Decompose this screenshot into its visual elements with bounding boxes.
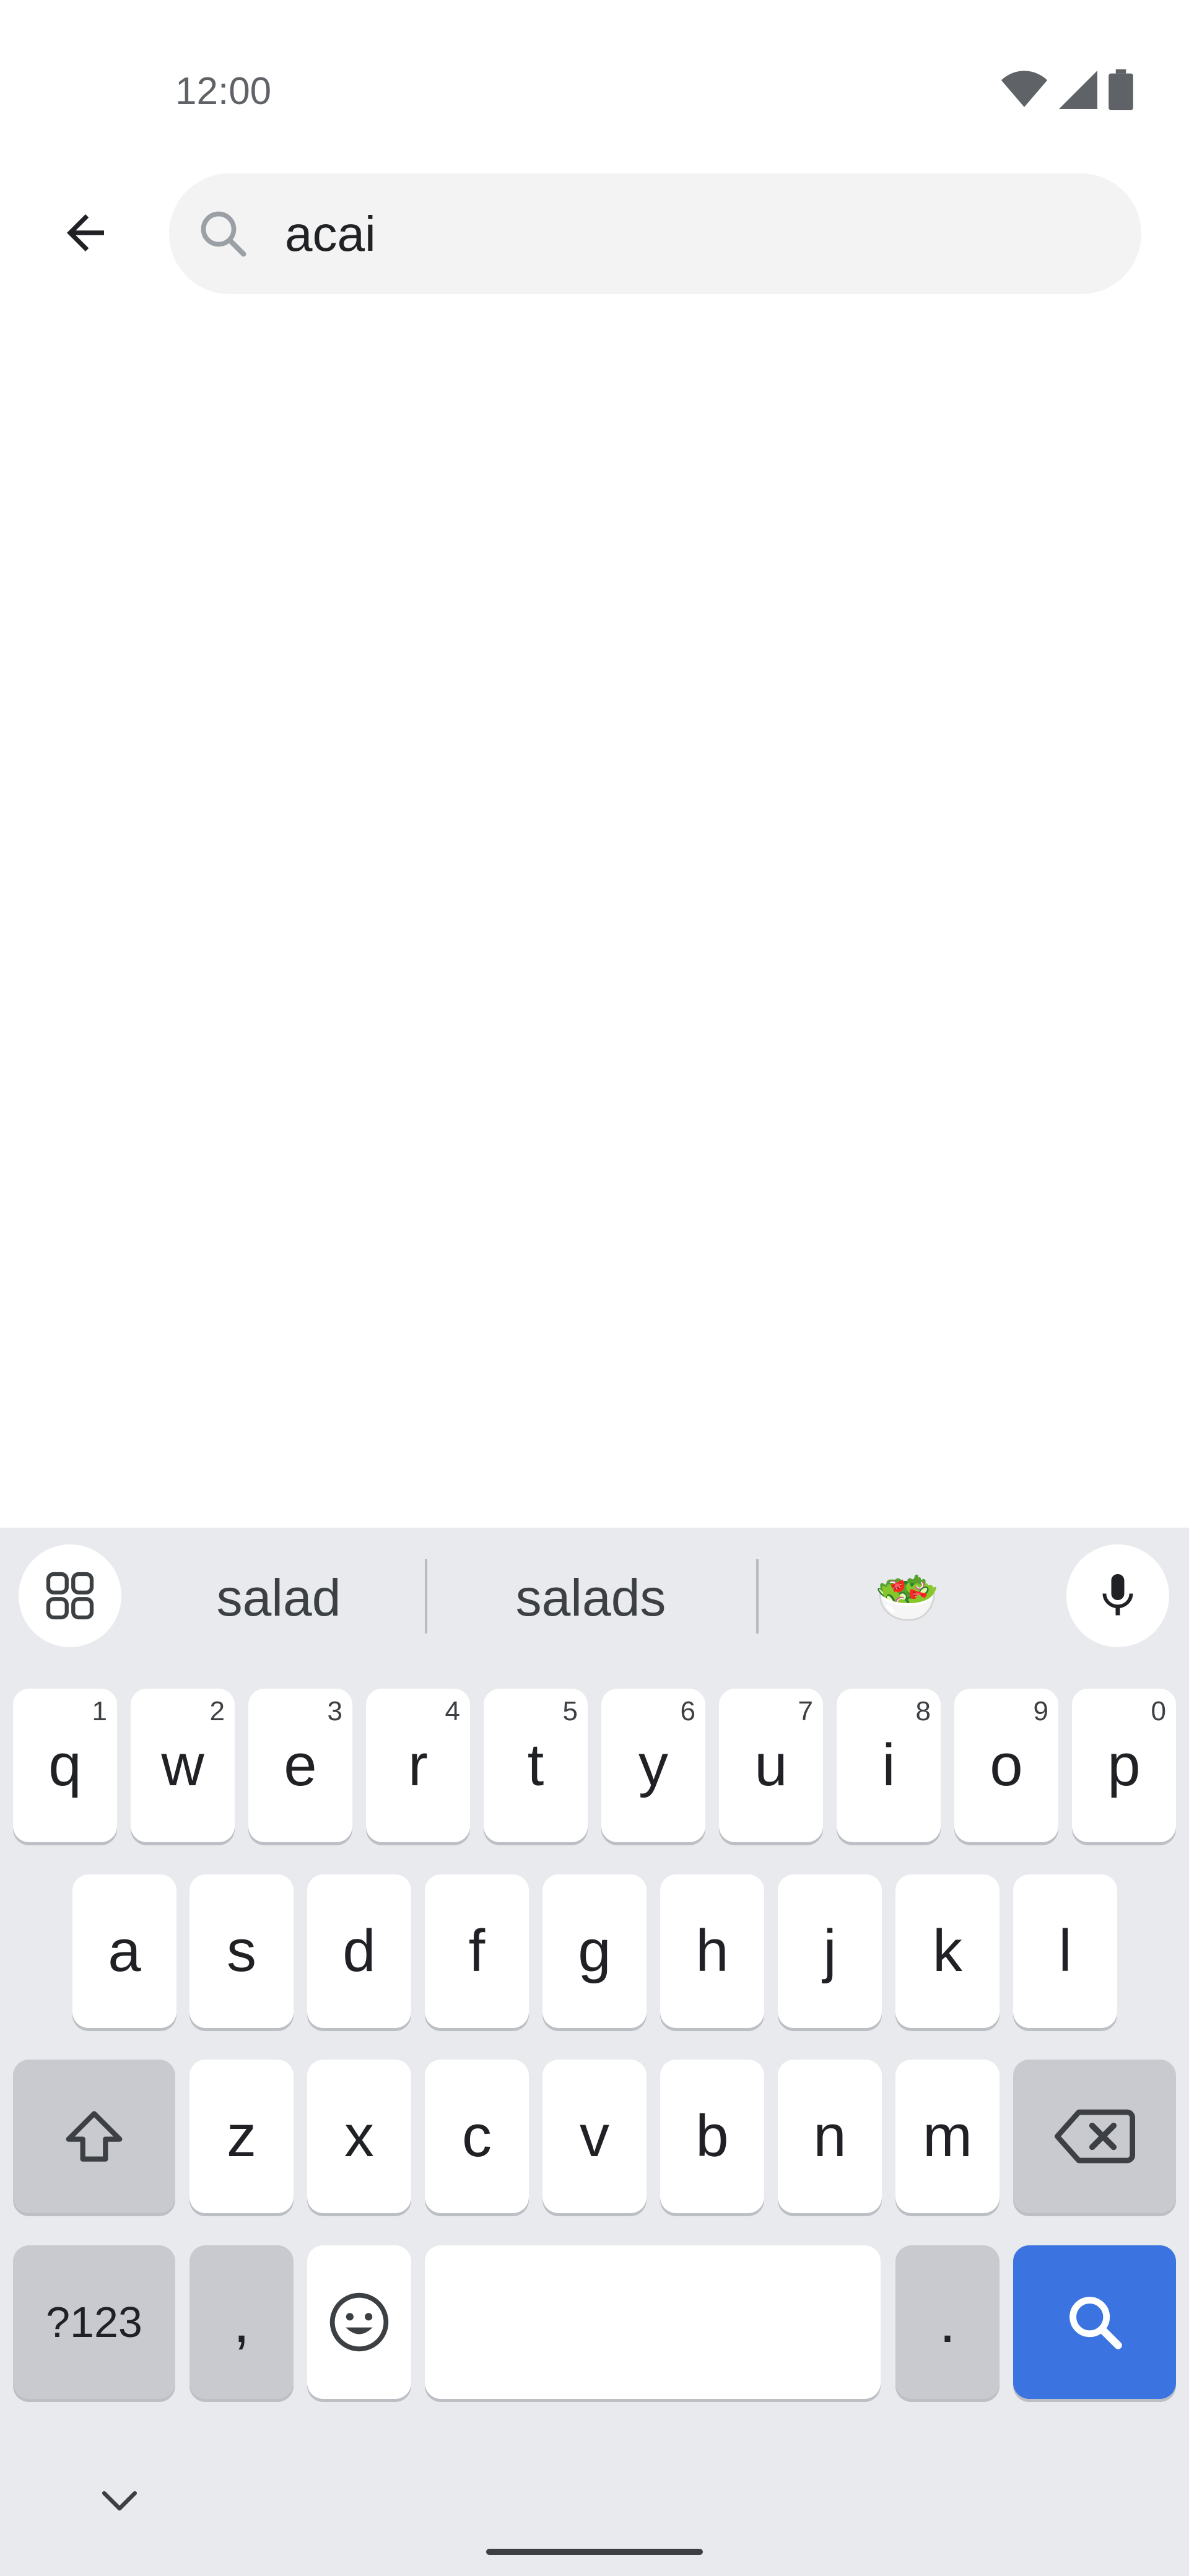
shift-arrow-icon <box>66 2111 123 2162</box>
smiley-icon <box>329 2292 389 2352</box>
key-r[interactable]: r4 <box>366 1689 470 1842</box>
key-p[interactable]: p0 <box>1072 1689 1176 1842</box>
suggestion-divider <box>756 1559 759 1634</box>
keyboard <box>0 1528 1189 2576</box>
key-label: e <box>284 1732 317 1798</box>
key-i[interactable]: i8 <box>837 1689 941 1842</box>
hide-keyboard-chevron-icon[interactable] <box>99 2488 140 2515</box>
key-label: q <box>48 1732 82 1798</box>
suggestion-2[interactable]: salads <box>467 1567 715 1629</box>
wifi-icon <box>1001 71 1048 107</box>
back-button[interactable] <box>54 202 116 264</box>
backspace-icon <box>1054 2109 1135 2164</box>
key-k[interactable]: k <box>895 1874 1000 2028</box>
key-w[interactable]: w2 <box>131 1689 235 1842</box>
period-key[interactable]: . <box>895 2245 1000 2399</box>
key-c[interactable]: c <box>425 2060 529 2213</box>
arrow-back-icon <box>67 214 104 251</box>
key-label: i <box>882 1732 895 1798</box>
key-hint: 5 <box>562 1696 578 1726</box>
key-hint: 6 <box>680 1696 695 1726</box>
key-label: u <box>754 1732 788 1798</box>
key-hint: 3 <box>327 1696 342 1726</box>
key-n[interactable]: n <box>778 2060 882 2213</box>
key-label: r <box>408 1732 428 1798</box>
cellular-signal-icon <box>1059 71 1097 109</box>
gesture-navigation-handle <box>486 2549 703 2555</box>
symbols-key[interactable]: ?123 <box>13 2245 175 2399</box>
key-hint: 4 <box>445 1696 460 1726</box>
key-x[interactable]: x <box>307 2060 411 2213</box>
key-hint: 1 <box>92 1696 107 1726</box>
key-l[interactable]: l <box>1013 1874 1117 2028</box>
suggestion-divider <box>425 1559 427 1634</box>
key-a[interactable]: a <box>72 1874 176 2028</box>
key-label: t <box>527 1732 544 1798</box>
status-icons <box>1001 68 1133 111</box>
key-hint: 8 <box>915 1696 931 1726</box>
key-d[interactable]: d <box>307 1874 411 2028</box>
key-z[interactable]: z <box>189 2060 294 2213</box>
search-icon <box>201 211 246 257</box>
keyboard-apps-button[interactable] <box>19 1544 121 1647</box>
shift-key[interactable] <box>13 2060 175 2213</box>
voice-input-button[interactable] <box>1066 1544 1169 1647</box>
key-s[interactable]: s <box>189 1874 294 2028</box>
key-u[interactable]: u7 <box>719 1689 823 1842</box>
key-j[interactable]: j <box>778 1874 882 2028</box>
search-input[interactable] <box>285 198 1090 269</box>
suggestion-3-emoji[interactable]: 🥗 <box>793 1567 1022 1629</box>
key-label: y <box>638 1732 668 1798</box>
key-b[interactable]: b <box>660 2060 764 2213</box>
status-time: 12:00 <box>175 70 272 113</box>
key-o[interactable]: o9 <box>954 1689 1058 1842</box>
key-hint: 0 <box>1151 1696 1166 1726</box>
search-action-key[interactable] <box>1013 2245 1176 2399</box>
microphone-icon <box>1102 1574 1133 1616</box>
key-label: o <box>990 1732 1023 1798</box>
backspace-key[interactable] <box>1013 2060 1176 2213</box>
key-hint: 9 <box>1033 1696 1048 1726</box>
key-hint: 2 <box>209 1696 225 1726</box>
key-hint: 7 <box>798 1696 813 1726</box>
battery-icon <box>1108 69 1133 110</box>
key-g[interactable]: g <box>542 1874 647 2028</box>
space-key[interactable] <box>425 2245 881 2399</box>
apps-grid-icon <box>46 1572 94 1620</box>
key-f[interactable]: f <box>425 1874 529 2028</box>
key-label: w <box>161 1732 204 1798</box>
key-q[interactable]: q1 <box>13 1689 117 1842</box>
comma-key[interactable]: , <box>189 2245 294 2399</box>
key-v[interactable]: v <box>542 2060 647 2213</box>
search-icon <box>1069 2297 1122 2349</box>
emoji-key[interactable] <box>307 2245 411 2399</box>
key-e[interactable]: e3 <box>248 1689 352 1842</box>
key-h[interactable]: h <box>660 1874 764 2028</box>
key-m[interactable]: m <box>895 2060 1000 2213</box>
suggestion-1[interactable]: salad <box>155 1567 403 1629</box>
key-label: p <box>1107 1732 1141 1798</box>
key-t[interactable]: t5 <box>484 1689 588 1842</box>
key-y[interactable]: y6 <box>601 1689 705 1842</box>
